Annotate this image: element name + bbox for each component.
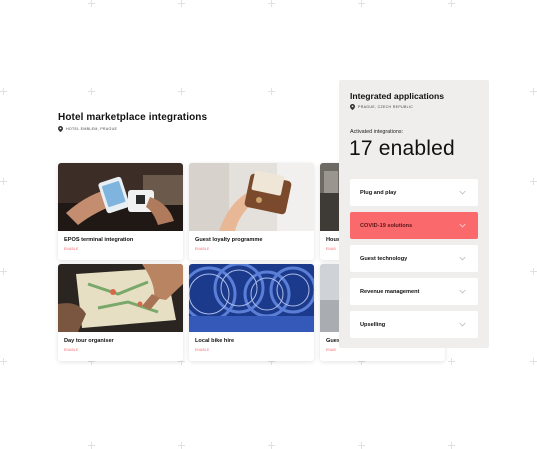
- grid-plus-marker: [268, 442, 275, 449]
- page-title: Hotel marketplace integrations: [58, 112, 208, 123]
- accordion-label: Upselling: [360, 321, 386, 328]
- grid-plus-marker: [448, 442, 455, 449]
- card-title: Local bike hire: [195, 338, 235, 344]
- integration-card-bike-hire[interactable]: Local bike hire ENABLE: [189, 264, 314, 361]
- hotel-location-text: HOTEL EMBLEM, PRAGUE: [66, 127, 118, 131]
- card-image: [189, 264, 314, 332]
- chevron-down-icon: [459, 289, 466, 294]
- location-pin-icon: [350, 104, 355, 110]
- grid-plus-marker: [448, 358, 455, 365]
- integrated-applications-panel: Integrated applications PRAGUE, CZECH RE…: [339, 80, 489, 348]
- accordion-covid-19-solutions[interactable]: COVID-19 solutions: [350, 212, 478, 239]
- card-status[interactable]: ENABLE: [195, 247, 209, 251]
- grid-plus-marker: [178, 442, 185, 449]
- panel-location-text: PRAGUE, CZECH REPUBLIC: [358, 105, 414, 109]
- chevron-down-icon: [459, 223, 466, 228]
- activated-label: Activated integrations:: [350, 129, 404, 135]
- grid-plus-marker: [0, 88, 7, 95]
- integration-card-day-tour[interactable]: Day tour organiser ENABLE: [58, 264, 183, 361]
- card-status[interactable]: ENAB: [326, 247, 336, 251]
- accordion-plug-and-play[interactable]: Plug and play: [350, 179, 478, 206]
- card-title: Gues: [326, 338, 340, 344]
- integration-card-loyalty[interactable]: Guest loyalty programme ENABLE: [189, 163, 314, 260]
- accordion-label: COVID-19 solutions: [360, 222, 413, 229]
- grid-plus-marker: [530, 88, 537, 95]
- card-status[interactable]: ENABLE: [64, 247, 78, 251]
- grid-plus-marker: [530, 178, 537, 185]
- chevron-down-icon: [459, 256, 466, 261]
- accordion-revenue-management[interactable]: Revenue management: [350, 278, 478, 305]
- card-title: Guest loyalty programme: [195, 237, 263, 243]
- grid-plus-marker: [358, 442, 365, 449]
- grid-plus-marker: [0, 268, 7, 275]
- accordion-label: Plug and play: [360, 189, 397, 196]
- grid-plus-marker: [268, 0, 275, 7]
- panel-title: Integrated applications: [350, 91, 445, 101]
- card-title: EPOS terminal integration: [64, 237, 134, 243]
- grid-plus-marker: [88, 0, 95, 7]
- enabled-count: 17 enabled: [349, 137, 455, 160]
- grid-plus-marker: [178, 88, 185, 95]
- card-title: Day tour organiser: [64, 338, 114, 344]
- chevron-down-icon: [459, 190, 466, 195]
- grid-plus-marker: [530, 268, 537, 275]
- grid-plus-marker: [530, 358, 537, 365]
- location-pin-icon: [58, 126, 63, 132]
- grid-plus-marker: [178, 0, 185, 7]
- card-status[interactable]: ENABLE: [64, 348, 78, 352]
- card-image: [189, 163, 314, 231]
- panel-location: PRAGUE, CZECH REPUBLIC: [350, 104, 413, 110]
- grid-plus-marker: [268, 88, 275, 95]
- grid-plus-marker: [88, 88, 95, 95]
- grid-plus-marker: [0, 358, 7, 365]
- chevron-down-icon: [459, 322, 466, 327]
- grid-plus-marker: [88, 442, 95, 449]
- grid-plus-marker: [0, 178, 7, 185]
- card-status[interactable]: ENAB: [326, 348, 336, 352]
- accordion-upselling[interactable]: Upselling: [350, 311, 478, 338]
- hotel-location: HOTEL EMBLEM, PRAGUE: [58, 126, 117, 132]
- integration-card-epos[interactable]: EPOS terminal integration ENABLE: [58, 163, 183, 260]
- accordion-label: Revenue management: [360, 288, 420, 295]
- accordion-guest-technology[interactable]: Guest technology: [350, 245, 478, 272]
- card-status[interactable]: ENABLE: [195, 348, 209, 352]
- card-title: Hous: [326, 237, 340, 243]
- grid-plus-marker: [448, 0, 455, 7]
- card-image: [58, 163, 183, 231]
- accordion-label: Guest technology: [360, 255, 408, 262]
- grid-plus-marker: [358, 0, 365, 7]
- card-image: [58, 264, 183, 332]
